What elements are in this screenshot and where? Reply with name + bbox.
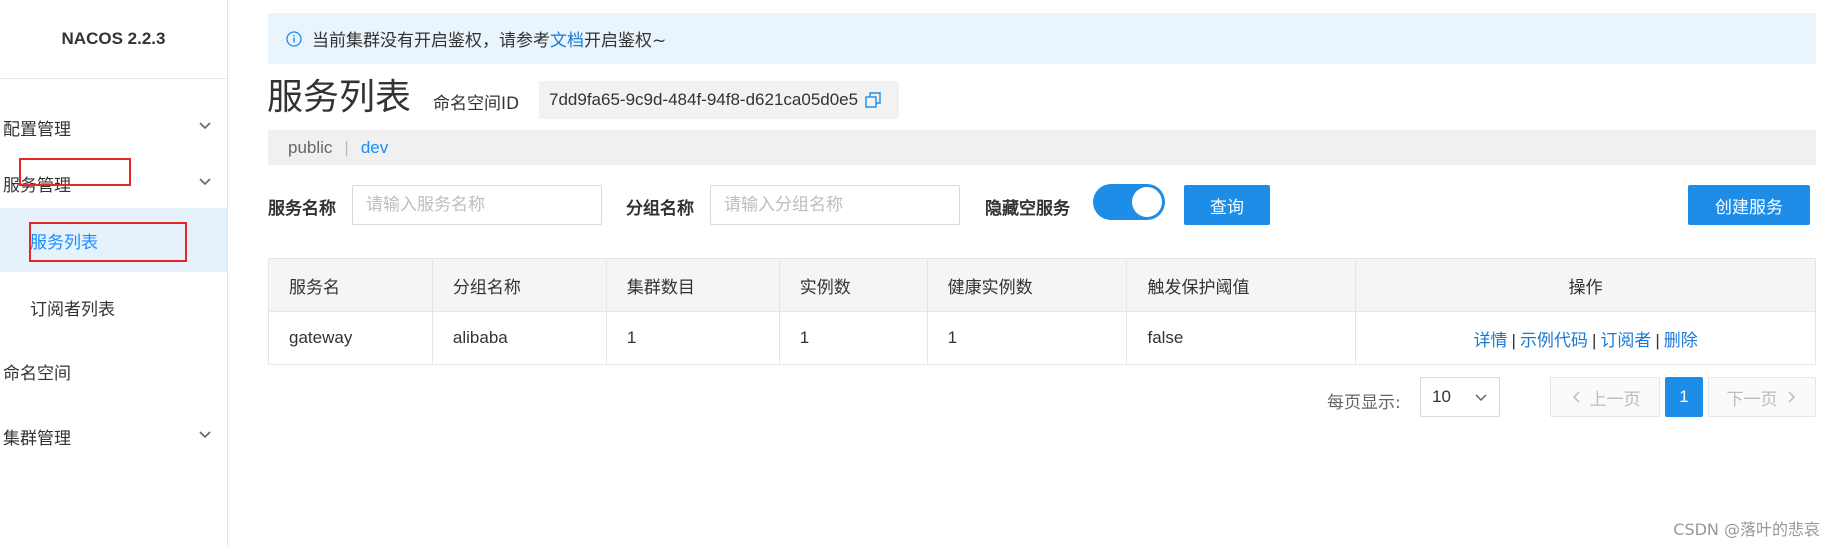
service-table: 服务名 分组名称 集群数目 实例数 健康实例数 触发保护阈值 操作 gatewa… (268, 258, 1816, 365)
namespace-dev[interactable]: dev (361, 138, 388, 158)
service-name-field (352, 185, 602, 225)
ops-separator: | (1655, 330, 1660, 350)
group-name-input[interactable] (722, 194, 959, 216)
group-name-field (710, 185, 960, 225)
namespace-id-label: 命名空间ID (433, 94, 520, 114)
namespace-bar: public | dev (268, 130, 1816, 165)
ops-separator: | (1511, 330, 1516, 350)
sidebar-item-label: 配置管理 (3, 119, 71, 140)
detail-link[interactable]: 详情 (1474, 331, 1508, 350)
page-size-select[interactable]: 10 (1420, 377, 1500, 417)
prev-page-label: 上一页 (1589, 389, 1641, 410)
brand-logo: NACOS 2.2.3 (0, 0, 227, 79)
chevron-right-icon (1787, 391, 1795, 403)
delete-link[interactable]: 删除 (1664, 331, 1698, 350)
sample-code-link[interactable]: 示例代码 (1520, 331, 1588, 350)
namespace-id-value: 7dd9fa65-9c9d-484f-94f8-d621ca05d0e5 (549, 90, 859, 109)
cell-healthy-count: 1 (926, 311, 1128, 365)
cell-group-name: alibaba (431, 311, 607, 365)
watermark: CSDN @落叶的悲哀 (1673, 520, 1820, 539)
notice-text: 当前集群没有开启鉴权，请参考 (312, 31, 550, 51)
copy-icon[interactable] (864, 91, 882, 109)
namespace-public[interactable]: public (288, 138, 332, 158)
create-service-button[interactable]: 创建服务 (1688, 185, 1810, 225)
sidebar-item-label: 集群管理 (3, 428, 71, 449)
column-header: 分组名称 (431, 258, 607, 312)
namespace-id-box: 7dd9fa65-9c9d-484f-94f8-d621ca05d0e5 (539, 81, 899, 119)
query-button[interactable]: 查询 (1184, 185, 1270, 225)
cell-service-name: gateway (268, 311, 433, 365)
page-size-value: 10 (1432, 387, 1451, 406)
hide-empty-label: 隐藏空服务 (985, 199, 1070, 219)
sidebar-item-subscribers[interactable]: 订阅者列表 (0, 281, 227, 333)
toggle-knob (1132, 187, 1162, 217)
ops-separator: | (1591, 330, 1597, 350)
table-row: gateway alibaba 1 1 1 false 详情 | 示例代码 | 订阅者 |… (268, 311, 1816, 365)
chevron-down-icon (199, 431, 211, 439)
column-header: 服务名 (268, 258, 433, 312)
next-page-button[interactable]: 下一页 (1708, 377, 1816, 417)
notice-text-after: 开启鉴权~ (584, 31, 667, 51)
cell-instance-count: 1 (778, 311, 928, 365)
chevron-down-icon (199, 122, 211, 130)
service-name-label: 服务名称 (268, 199, 336, 219)
page-size-label: 每页显示: (1327, 393, 1401, 413)
hide-empty-toggle[interactable] (1093, 184, 1165, 220)
column-header: 集群数目 (605, 258, 780, 312)
page-title: 服务列表 (267, 77, 412, 118)
sidebar-item-cluster[interactable]: 集群管理 (0, 410, 227, 462)
cell-cluster-count: 1 (605, 311, 780, 365)
docs-link[interactable]: 文档 (550, 26, 584, 51)
cell-operations: 详情 | 示例代码 | 订阅者 | 删除 (1355, 311, 1816, 365)
info-icon (286, 30, 302, 47)
sidebar: NACOS 2.2.3 配置管理 服务管理 服务列表 订阅者列表 命名空间 集群… (0, 0, 228, 546)
table-header-row: 服务名 分组名称 集群数目 实例数 健康实例数 触发保护阈值 操作 (268, 258, 1816, 312)
sidebar-item-label: 订阅者列表 (30, 299, 115, 320)
column-header: 健康实例数 (926, 258, 1128, 312)
column-header: 触发保护阈值 (1126, 258, 1357, 312)
chevron-down-icon (1475, 394, 1487, 402)
chevron-down-icon (199, 178, 211, 186)
group-name-label: 分组名称 (626, 199, 694, 219)
sidebar-item-label: 命名空间 (3, 363, 71, 384)
prev-page-button[interactable]: 上一页 (1550, 377, 1660, 417)
annotation-highlight-box (19, 158, 131, 186)
chevron-left-icon (1572, 391, 1580, 403)
auth-notice: 当前集群没有开启鉴权，请参考 文档 开启鉴权~ (268, 13, 1816, 64)
annotation-highlight-box (29, 222, 187, 262)
cell-protect-threshold: false (1126, 311, 1357, 365)
current-page-button[interactable]: 1 (1665, 377, 1703, 417)
service-name-input[interactable] (364, 194, 601, 216)
column-header: 操作 (1355, 258, 1816, 312)
sidebar-item-namespace[interactable]: 命名空间 (0, 345, 227, 397)
column-header: 实例数 (778, 258, 928, 312)
sidebar-item-config[interactable]: 配置管理 (0, 101, 227, 153)
next-page-label: 下一页 (1726, 389, 1778, 410)
namespace-separator: | (344, 137, 349, 157)
subscribers-link[interactable]: 订阅者 (1600, 331, 1651, 350)
